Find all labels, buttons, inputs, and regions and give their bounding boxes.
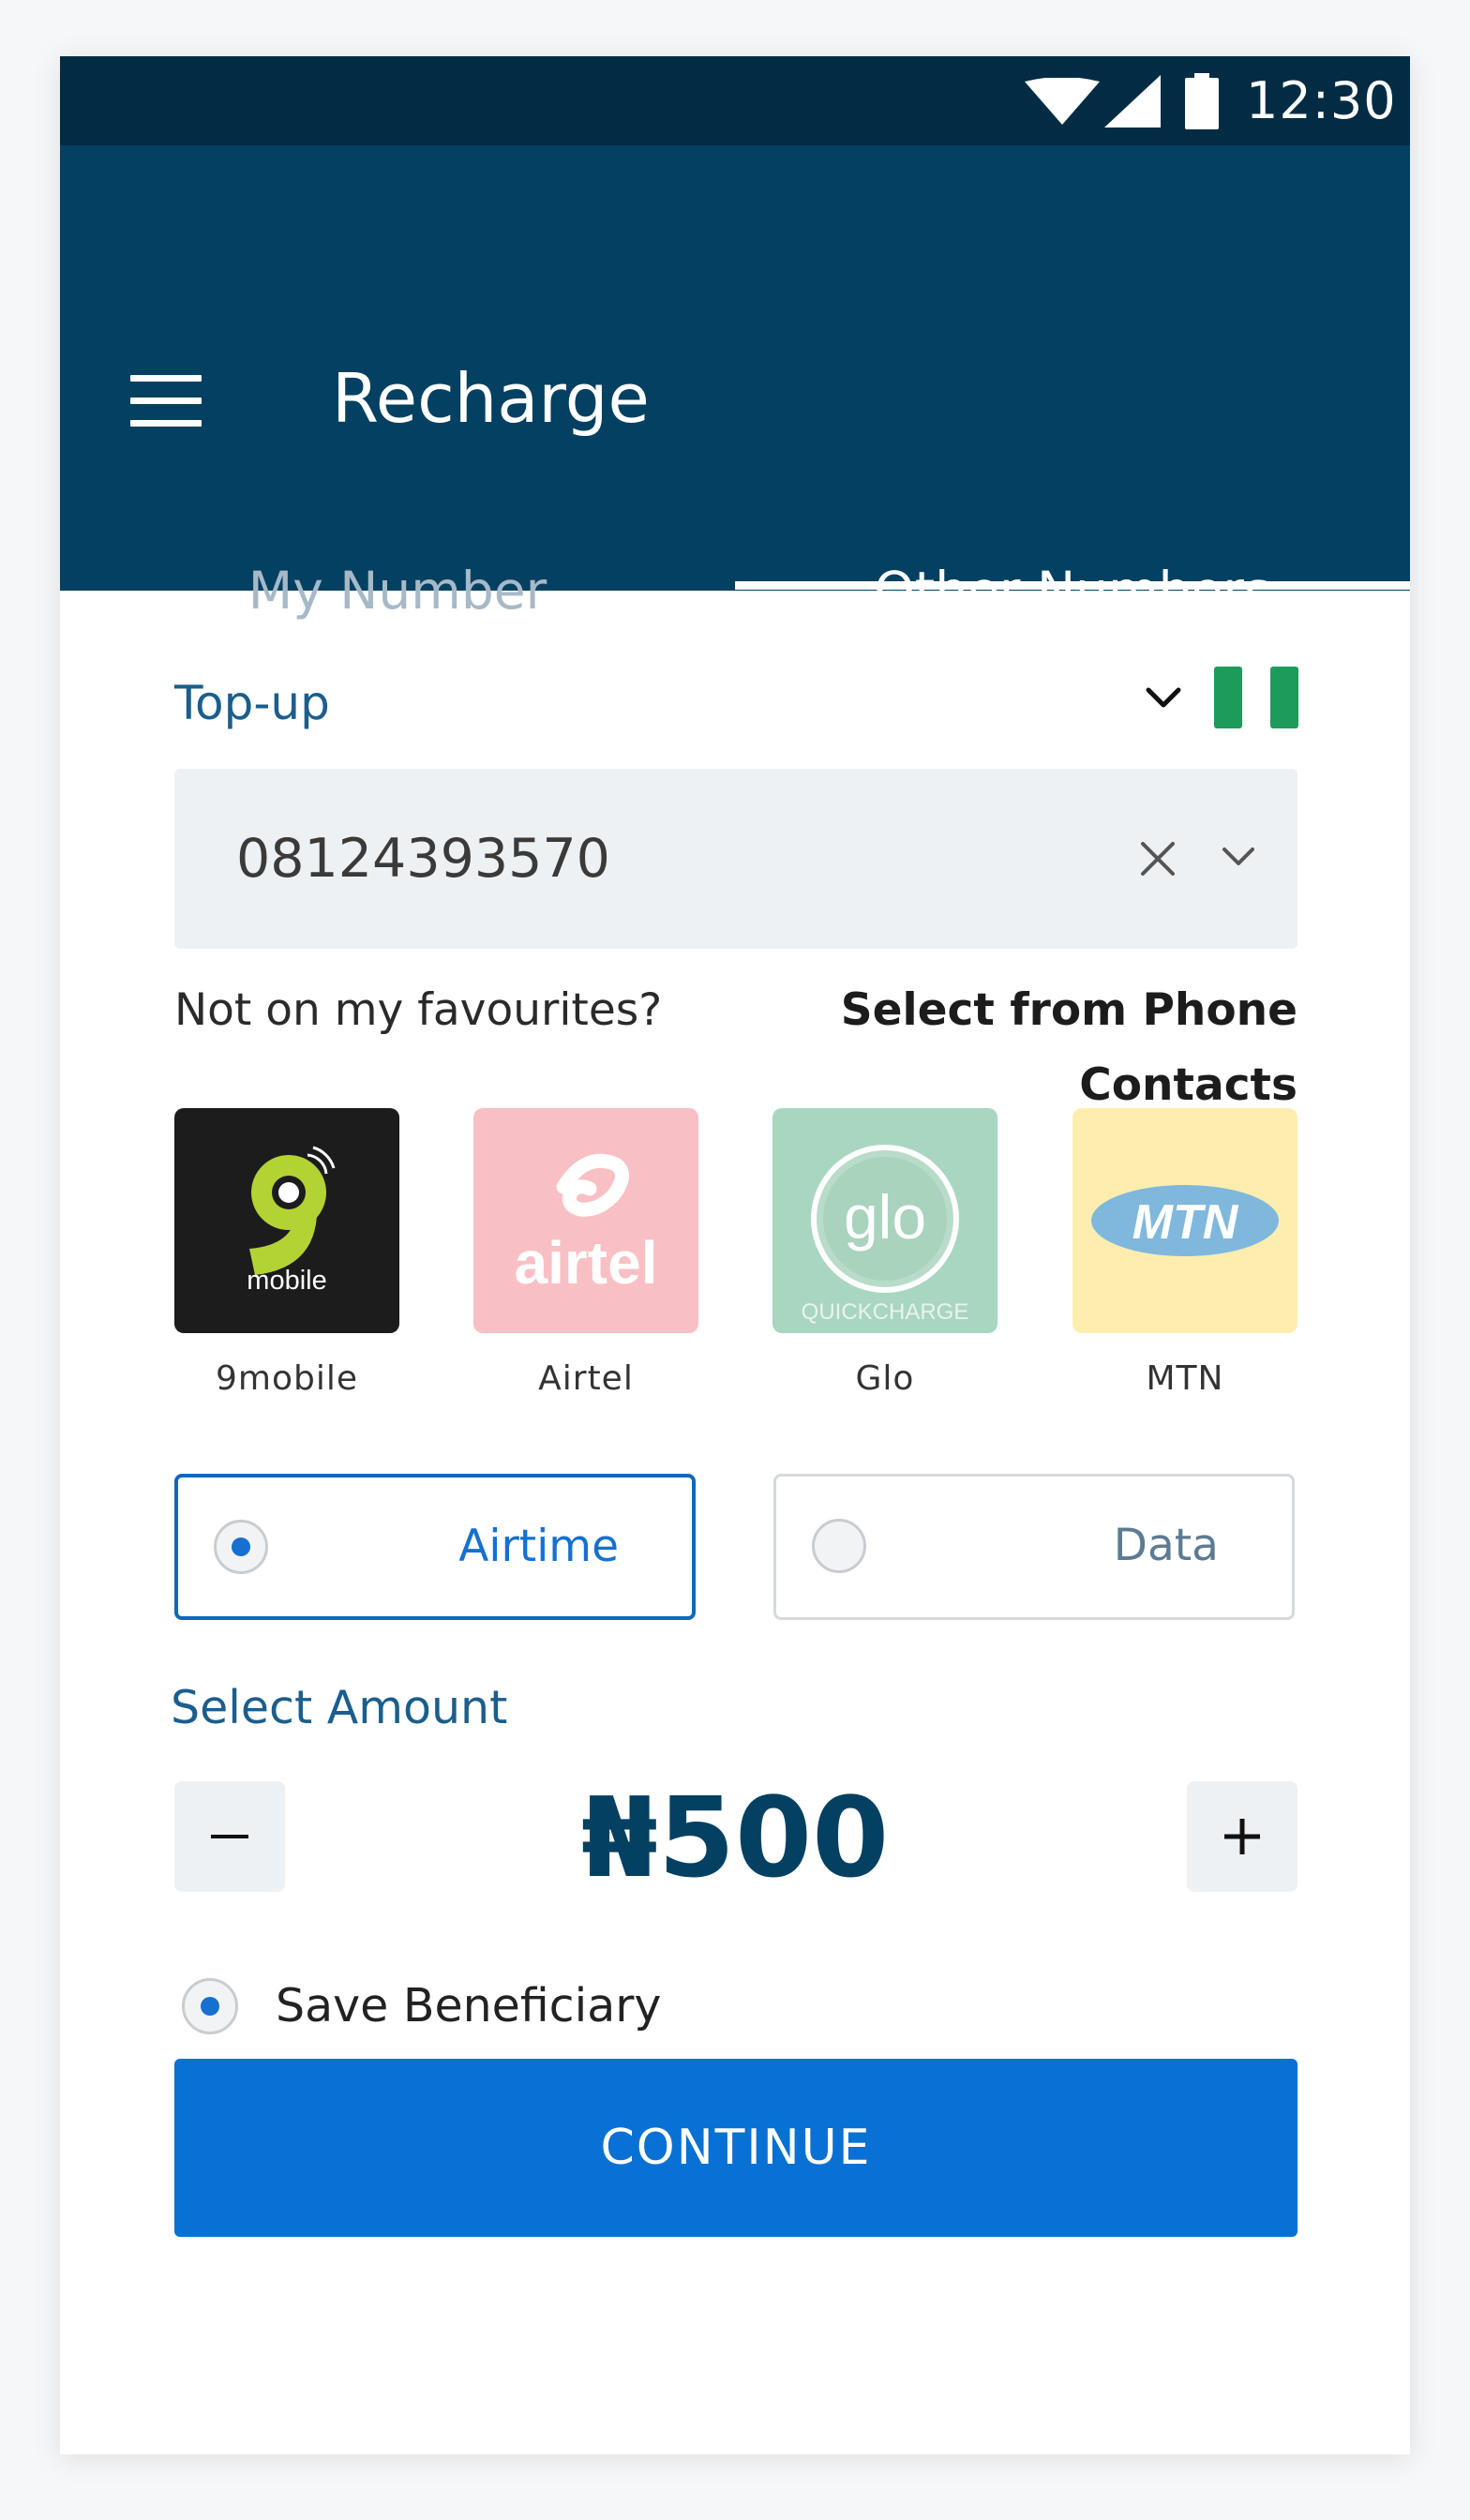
9mobile-logo: mobile	[174, 1108, 399, 1333]
data-label: Data	[1113, 1520, 1219, 1571]
operator-name: Airtel	[538, 1359, 634, 1398]
tab-my-number[interactable]: My Number	[60, 539, 735, 642]
radio-selected-dot	[201, 1997, 219, 2016]
radio-selected-dot	[232, 1538, 250, 1556]
page-title: Recharge	[332, 359, 650, 438]
chevron-down-icon[interactable]	[1135, 675, 1192, 722]
select-amount-label: Select Amount	[171, 1681, 508, 1734]
operator-name: MTN	[1146, 1359, 1224, 1398]
phone-number-field[interactable]	[174, 769, 1298, 949]
signal-icon	[1104, 75, 1161, 128]
airtel-logo: airtel	[473, 1108, 698, 1333]
airtime-option[interactable]: Airtime	[174, 1474, 696, 1620]
menu-icon[interactable]	[130, 375, 202, 428]
minus-icon	[211, 1835, 248, 1838]
operator-name: 9mobile	[215, 1359, 358, 1398]
mtn-logo-text: MTN	[1132, 1195, 1238, 1250]
select-contacts-link[interactable]: Select from Phone Contacts	[698, 973, 1298, 1111]
phone-screen: 12:30 Recharge My Number Other Numbers T…	[60, 56, 1410, 2454]
continue-button[interactable]: CONTINUE	[174, 2059, 1298, 2237]
tab-other-numbers[interactable]: Other Numbers	[735, 539, 1410, 642]
plus-icon	[1224, 1819, 1260, 1854]
chevron-down-icon[interactable]	[1215, 836, 1262, 879]
favourites-prompt: Not on my favourites?	[174, 984, 663, 1036]
mtn-logo: MTN	[1072, 1108, 1298, 1333]
save-beneficiary-radio[interactable]	[182, 1978, 238, 2034]
active-tab-indicator	[735, 581, 1410, 590]
phone-number-input[interactable]	[236, 814, 986, 904]
increment-button[interactable]	[1187, 1781, 1298, 1892]
decrement-button[interactable]	[174, 1781, 285, 1892]
glo-logo: glo QUICKCHARGE	[772, 1108, 998, 1333]
topup-label: Top-up	[174, 676, 330, 730]
save-beneficiary-label[interactable]: Save Beneficiary	[276, 1969, 661, 2044]
airtel-logo-mark	[556, 1153, 629, 1217]
airtime-radio[interactable]	[214, 1520, 268, 1574]
close-icon[interactable]	[1135, 836, 1180, 881]
data-radio[interactable]	[812, 1519, 866, 1573]
wifi-icon	[1025, 78, 1100, 125]
glo-logo-subtext: QUICKCHARGE	[801, 1299, 969, 1325]
9mobile-logo-mark	[249, 1146, 336, 1275]
9mobile-logo-text: mobile	[247, 1266, 327, 1296]
data-option[interactable]: Data	[773, 1474, 1295, 1620]
battery-icon	[1185, 73, 1219, 129]
glo-logo-text: glo	[843, 1182, 927, 1252]
airtel-logo-text: airtel	[514, 1229, 658, 1297]
status-bar: 12:30	[60, 56, 1410, 145]
nigeria-flag-icon[interactable]	[1214, 667, 1298, 728]
operator-name: Glo	[855, 1359, 915, 1398]
app-bar: Recharge My Number Other Numbers	[60, 145, 1410, 621]
airtime-label: Airtime	[458, 1521, 619, 1572]
amount-value: ₦500	[580, 1773, 890, 1902]
status-time: 12:30	[1246, 71, 1397, 130]
